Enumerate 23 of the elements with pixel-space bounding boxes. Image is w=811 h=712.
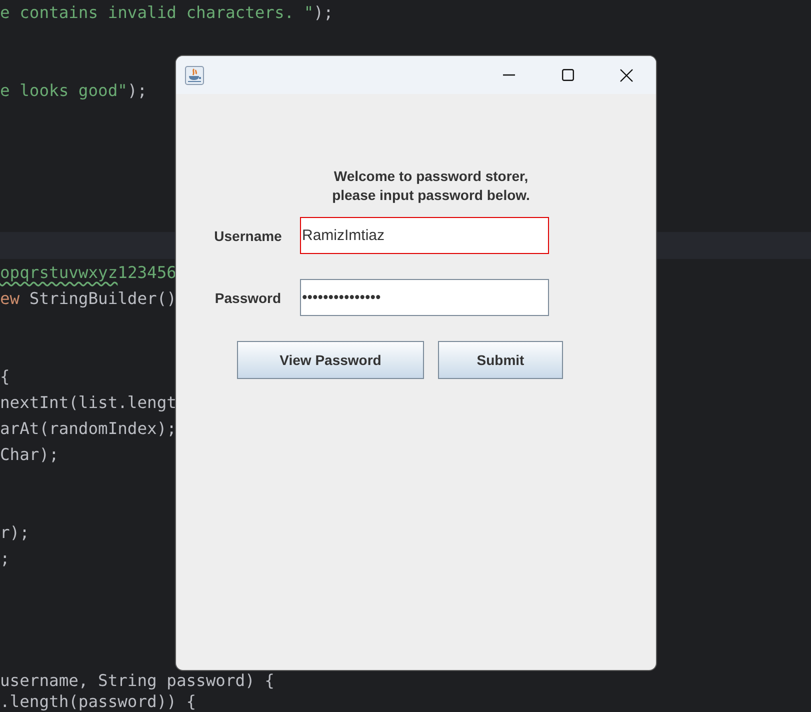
input-field[interactable]: RamizImtiaz [300, 217, 549, 254]
welcome-text: please input password below. [331, 186, 531, 205]
code-line: .length(password)) { [0, 691, 196, 712]
close-icon [620, 68, 633, 82]
input-field[interactable]: ••••••••••••••• [300, 279, 549, 316]
welcome-text: Welcome to password storer, [332, 167, 530, 186]
maximize-icon [562, 69, 574, 81]
code-line: username, String password) { [0, 670, 274, 691]
action-button[interactable]: View Password [237, 341, 424, 379]
code-line: { [0, 366, 10, 388]
code-line: Char); [0, 444, 59, 466]
field-label: Username [213, 228, 283, 244]
code-line: ; [0, 548, 10, 570]
field-label: Password [214, 290, 282, 306]
code-line: e contains invalid characters. "); [0, 2, 334, 24]
code-line: arAt(randomIndex); [0, 418, 176, 440]
code-line: opqrstuvwxyz123456 [0, 262, 176, 284]
code-line: r); [0, 522, 30, 544]
code-line: ew StringBuilder() [0, 288, 176, 310]
code-line: nextInt(list.lengt [0, 392, 176, 414]
action-button[interactable]: Submit [438, 341, 563, 379]
coffee-cup-icon [185, 66, 204, 84]
code-line: e looks good"); [0, 80, 148, 102]
